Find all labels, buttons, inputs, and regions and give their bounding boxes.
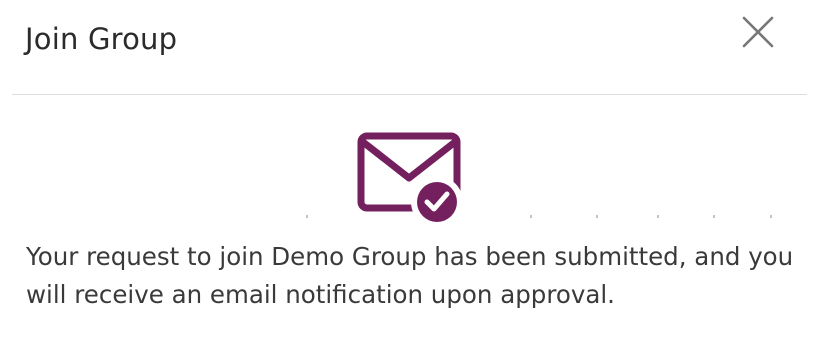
confirmation-message: Your request to join Demo Group has been… [26, 242, 794, 309]
artifact-dot [306, 215, 308, 218]
mail-check-icon [357, 132, 463, 228]
artifact-dot [713, 215, 715, 218]
join-group-dialog: Join Group Your request to join Demo Gro… [0, 0, 814, 337]
close-icon[interactable] [740, 14, 776, 50]
dialog-title: Join Group [25, 22, 178, 56]
artifact-dot [596, 215, 598, 218]
artifact-dot [657, 215, 659, 218]
artifact-dot [770, 215, 772, 218]
close-button[interactable] [740, 14, 776, 50]
artifact-dot [530, 215, 532, 218]
